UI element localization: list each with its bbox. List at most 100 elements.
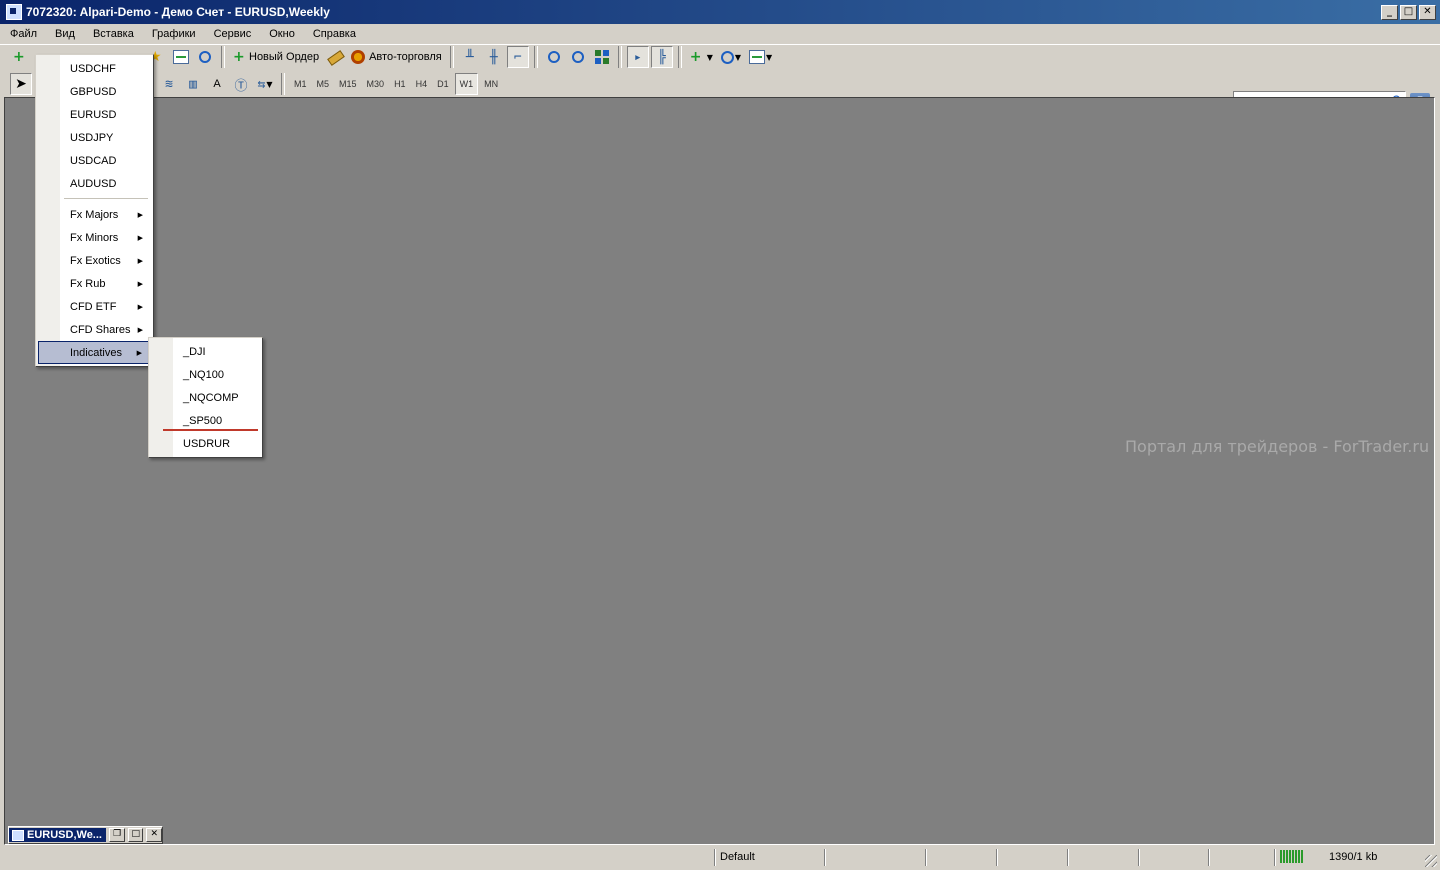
title-bar: 7072320: Alpari-Demo - Демо Счет - EURUS… <box>0 0 1440 24</box>
text-label-button[interactable]: Ⓣ <box>230 73 252 95</box>
tf-mn[interactable]: MN <box>480 74 502 94</box>
magnifier-icon <box>199 51 211 63</box>
menu-item-usdchf[interactable]: USDCHF <box>38 57 149 80</box>
menu-item-fx-majors[interactable]: Fx Majors ▶ <box>38 203 149 226</box>
tf-h1[interactable]: H1 <box>390 74 410 94</box>
periods-button[interactable]: ▼ <box>718 46 744 68</box>
zoom-out-icon <box>571 51 584 63</box>
templates-button[interactable]: ▼ <box>746 46 775 68</box>
chart-window-title: EURUSD,We... <box>9 828 107 842</box>
bar-chart-icon: ╨ <box>465 49 474 65</box>
tf-w1[interactable]: W1 <box>454 73 479 95</box>
bar-chart-button[interactable]: ╨ <box>459 46 481 68</box>
submenu-item-nqcomp[interactable]: _NQCOMP <box>151 386 258 409</box>
chart-window-tab[interactable]: EURUSD,We... ❐ □ ✕ <box>8 826 163 844</box>
menu-item-indicatives[interactable]: Indicatives ▶ <box>38 341 149 364</box>
arrows-button[interactable]: ⇆ ▼ <box>254 73 276 95</box>
submenu-arrow-icon: ▶ <box>137 302 143 311</box>
menu-item-eurusd[interactable]: EURUSD <box>38 103 149 126</box>
zoom-in-button[interactable] <box>543 46 565 68</box>
tf-m15[interactable]: M15 <box>335 74 361 94</box>
candlestick-icon: ╫ <box>489 49 498 65</box>
close-icon[interactable]: ✕ <box>146 828 162 842</box>
tf-d1[interactable]: D1 <box>433 74 453 94</box>
zoom-in-icon <box>547 51 560 63</box>
line-chart-button[interactable]: ⌐ <box>506 46 529 68</box>
metaeditor-button[interactable] <box>324 46 346 68</box>
menu-item-cfd-etf[interactable]: CFD ETF ▶ <box>38 295 149 318</box>
sp500-highlight-marker <box>163 429 258 431</box>
cursor-icon: ➤ <box>15 76 27 92</box>
tf-m1[interactable]: M1 <box>290 74 311 94</box>
chart-workspace[interactable]: Портал для трейдеров - ForTrader.ru <box>4 97 1435 845</box>
status-profile: Default <box>720 851 755 863</box>
menu-insert[interactable]: Вставка <box>83 28 142 40</box>
submenu-arrow-icon: ▶ <box>137 325 143 334</box>
chart-shift-button[interactable]: ╠ <box>650 46 673 68</box>
fibo-fan-button[interactable]: ▥ <box>182 73 204 95</box>
new-chart-icon: + <box>13 49 25 65</box>
tile-windows-button[interactable] <box>591 46 613 68</box>
menu-file[interactable]: Файл <box>0 28 45 40</box>
tf-m5[interactable]: M5 <box>313 74 334 94</box>
auto-trading-label: Авто-торговля <box>369 51 442 63</box>
pencil-icon <box>327 49 345 66</box>
fibonacci-button[interactable]: ≋ <box>158 73 180 95</box>
cursor-button[interactable]: ➤ <box>10 73 32 95</box>
status-bar: Default 1390/1 kb <box>0 847 1440 870</box>
auto-trading-button[interactable]: Авто-торговля <box>348 46 445 68</box>
connection-meter-icon <box>1280 850 1304 863</box>
submenu-arrow-icon: ▶ <box>136 348 142 357</box>
symbol-menu: USDCHF GBPUSD EURUSD USDJPY USDCAD AUDUS… <box>35 54 154 367</box>
clock-icon <box>720 50 734 64</box>
menu-item-usdjpy[interactable]: USDJPY <box>38 126 149 149</box>
watermark: Портал для трейдеров - ForTrader.ru <box>1125 437 1430 456</box>
candlestick-button[interactable]: ╫ <box>483 46 505 68</box>
new-order-button[interactable]: + Новый Ордер <box>230 46 322 68</box>
autoscroll-button[interactable]: ▸ <box>626 46 649 68</box>
tf-m30[interactable]: M30 <box>363 74 389 94</box>
menu-charts[interactable]: Графики <box>142 28 204 40</box>
status-traffic: 1390/1 kb <box>1329 851 1378 863</box>
menu-help[interactable]: Справка <box>303 28 364 40</box>
fibonacci-icon: ≋ <box>165 76 173 92</box>
zoom-out-button[interactable] <box>567 46 589 68</box>
submenu-arrow-icon: ▶ <box>137 279 143 288</box>
menu-item-fx-rub[interactable]: Fx Rub ▶ <box>38 272 149 295</box>
menu-window[interactable]: Окно <box>259 28 303 40</box>
text-button[interactable]: A <box>206 73 228 95</box>
close-button[interactable]: ✕ <box>1419 5 1436 20</box>
resize-grip-icon[interactable] <box>1425 855 1437 867</box>
minimize-button[interactable]: _ <box>1381 5 1398 20</box>
menu-item-cfd-shares[interactable]: CFD Shares ▶ <box>38 318 149 341</box>
maximize-button[interactable]: □ <box>1400 5 1417 20</box>
new-chart-button[interactable]: + <box>10 46 32 68</box>
new-order-icon: + <box>233 49 245 65</box>
menu-view[interactable]: Вид <box>45 28 83 40</box>
navigator-button[interactable] <box>170 46 192 68</box>
autoscroll-icon: ▸ <box>633 49 642 65</box>
fibo-fan-icon: ▥ <box>189 76 197 92</box>
menu-item-audusd[interactable]: AUDUSD <box>38 172 149 195</box>
restore-icon[interactable]: ❐ <box>109 828 125 842</box>
text-label-icon: Ⓣ <box>234 78 248 94</box>
tf-h4[interactable]: H4 <box>412 74 432 94</box>
arrows-icon: ⇆ <box>257 76 266 92</box>
line-chart-icon: ⌐ <box>513 49 522 65</box>
tester-button[interactable] <box>194 46 216 68</box>
submenu-item-nq100[interactable]: _NQ100 <box>151 363 258 386</box>
submenu-item-usdrur[interactable]: USDRUR <box>151 432 258 455</box>
submenu-item-dji[interactable]: _DJI <box>151 340 258 363</box>
new-order-label: Новый Ордер <box>249 51 320 63</box>
menu-item-gbpusd[interactable]: GBPUSD <box>38 80 149 103</box>
indicators-button[interactable]: + ▼ <box>687 46 716 68</box>
menu-item-usdcad[interactable]: USDCAD <box>38 149 149 172</box>
menu-item-fx-minors[interactable]: Fx Minors ▶ <box>38 226 149 249</box>
menu-tools[interactable]: Сервис <box>204 28 260 40</box>
menu-item-fx-exotics[interactable]: Fx Exotics ▶ <box>38 249 149 272</box>
tile-icon <box>594 50 609 64</box>
indicators-icon: + <box>689 49 702 65</box>
submenu-arrow-icon: ▶ <box>137 233 143 242</box>
maximize-icon[interactable]: □ <box>127 828 144 842</box>
templates-icon <box>749 50 766 64</box>
